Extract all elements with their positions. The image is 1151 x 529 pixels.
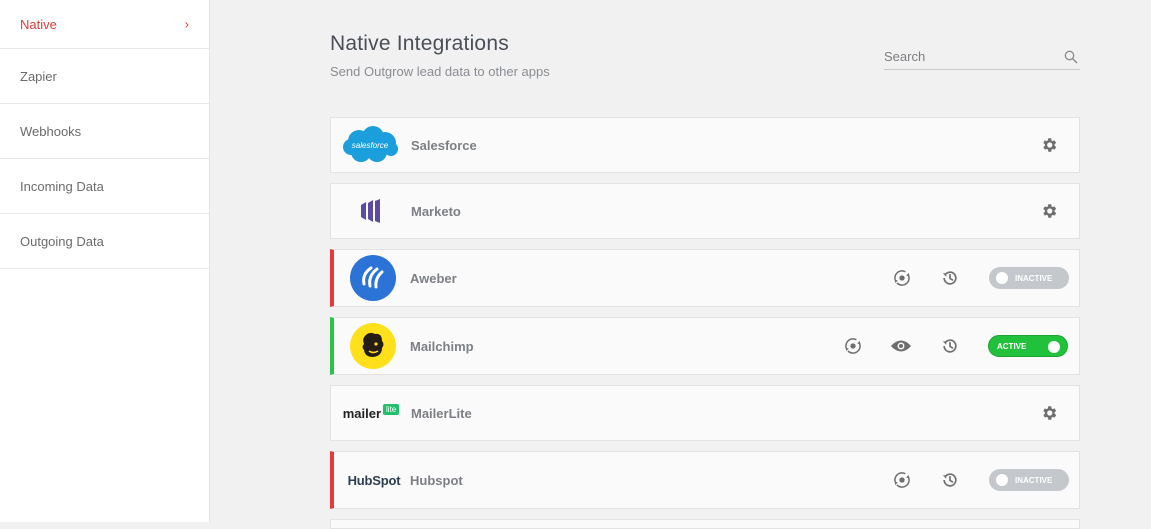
integration-card-mailchimp: Mailchimp ACTIVE [330,317,1080,375]
sync-settings-icon[interactable] [891,469,913,491]
eye-icon[interactable] [890,335,912,357]
toggle-knob [996,272,1008,284]
history-icon[interactable] [939,267,961,289]
gear-icon[interactable] [1038,200,1060,222]
status-toggle[interactable]: INACTIVE [989,267,1069,289]
gear-icon[interactable] [1038,134,1060,156]
sidebar-item-label: Incoming Data [20,178,104,194]
sidebar-item-label: Zapier [20,68,57,84]
integration-name: Aweber [410,270,457,286]
sidebar-item-label: Webhooks [20,123,82,139]
sidebar-item-label: Outgoing Data [20,233,104,249]
page-subtitle: Send Outgrow lead data to other apps [330,64,550,79]
marketo-logo [341,187,399,235]
gear-icon[interactable] [1038,402,1060,424]
sidebar-item-incoming-data[interactable]: Incoming Data [0,159,209,214]
history-icon[interactable] [939,335,961,357]
chevron-right-icon: › [184,16,189,32]
sync-settings-icon[interactable] [891,267,913,289]
sync-settings-icon[interactable] [842,335,864,357]
toggle-knob [996,474,1008,486]
sidebar: Native › Zapier Webhooks Incoming Data O… [0,0,210,522]
history-icon[interactable] [939,469,961,491]
status-toggle[interactable]: ACTIVE [988,335,1068,357]
integration-name: MailerLite [411,405,472,421]
mailerlite-logo: mailer lite [339,389,403,437]
integration-card-salesforce: salesforce Salesforce [330,117,1080,173]
aweber-logo [344,254,402,302]
mailchimp-logo [344,322,402,370]
toggle-knob [1048,341,1060,353]
hubspot-logo: HubSpot [347,472,401,488]
integration-name: Salesforce [411,137,477,153]
salesforce-logo: salesforce [341,121,399,169]
integration-card-hubspot: HubSpot Hubspot INACTIVE [330,451,1080,509]
integration-name: Marketo [411,203,461,219]
search-icon[interactable] [1064,50,1078,64]
status-toggle-label: INACTIVE [1015,273,1053,283]
sidebar-item-label: Native [20,16,57,32]
integration-card-marketo: Marketo [330,183,1080,239]
integration-card-partial [330,519,1080,529]
status-toggle-label: ACTIVE [997,341,1027,351]
status-toggle[interactable]: INACTIVE [989,469,1069,491]
sidebar-item-zapier[interactable]: Zapier [0,49,209,104]
sidebar-item-outgoing-data[interactable]: Outgoing Data [0,214,209,269]
page-title: Native Integrations [330,32,509,55]
integration-name: Mailchimp [410,338,474,354]
sidebar-item-webhooks[interactable]: Webhooks [0,104,209,159]
integration-card-aweber: Aweber INACTIVE [330,249,1080,307]
search-box [884,46,1080,70]
integration-card-mailerlite: mailer lite MailerLite [330,385,1080,441]
search-input[interactable] [884,46,1054,66]
integration-name: Hubspot [410,472,463,488]
sidebar-item-native[interactable]: Native › [0,0,209,49]
status-toggle-label: INACTIVE [1015,475,1053,485]
